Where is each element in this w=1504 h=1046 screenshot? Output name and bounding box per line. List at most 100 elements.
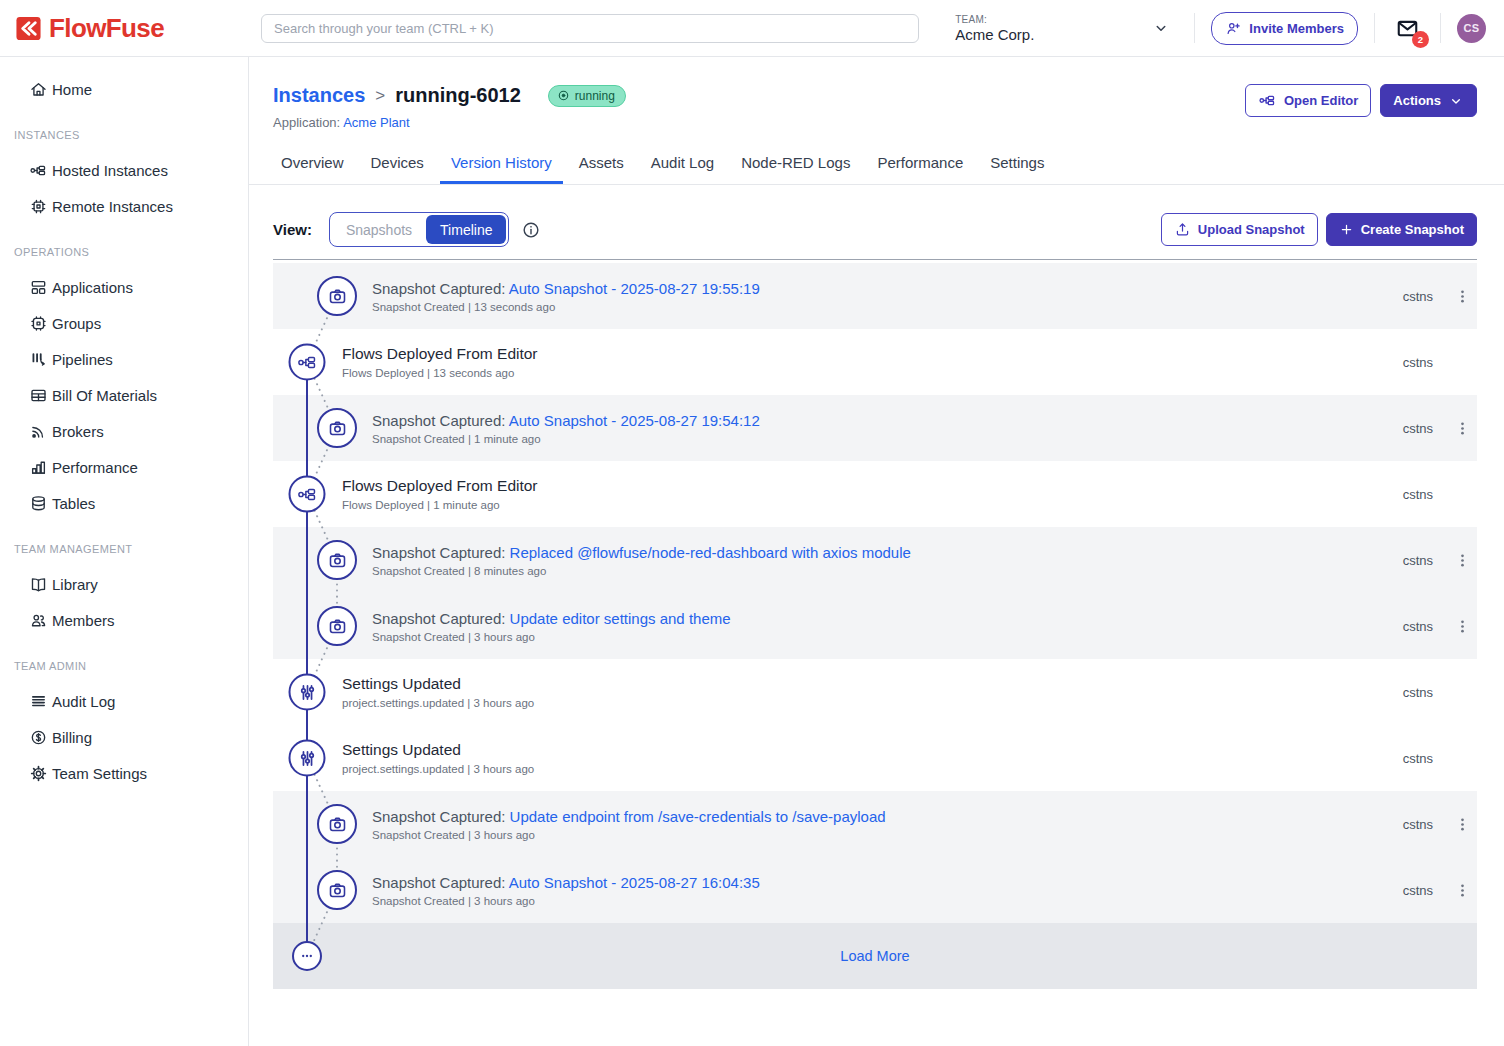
chevron-down-icon [1448,93,1464,109]
breadcrumb-instances[interactable]: Instances [273,84,365,107]
timeline-row-user: cstns [1403,751,1433,766]
timeline-row-user: cstns [1403,553,1433,568]
sidebar-item-remote-instances[interactable]: Remote Instances [0,188,248,224]
snapshot-captured-label: Snapshot Captured: [372,412,509,429]
kebab-menu-button[interactable] [1454,618,1471,635]
snapshot-captured-label: Snapshot Captured: [372,610,510,627]
snapshot-link[interactable]: Auto Snapshot - 2025-08-27 19:55:19 [509,280,760,297]
snapshot-link[interactable]: Update editor settings and theme [510,610,731,627]
hosted-instances-icon [28,160,48,180]
sidebar-item-label: Groups [52,315,101,332]
sidebar-item-applications[interactable]: Applications [0,269,248,305]
timeline-row-subtitle: Snapshot Created | 1 minute ago [372,433,1403,445]
load-more-link[interactable]: Load More [273,948,1477,964]
sidebar-item-audit-log[interactable]: Audit Log [0,683,248,719]
tab-audit-log[interactable]: Audit Log [640,145,725,184]
tab-devices[interactable]: Devices [360,145,435,184]
view-toggle-timeline[interactable]: Timeline [426,215,506,244]
tab-overview[interactable]: Overview [270,145,355,184]
upload-snapshot-button[interactable]: Upload Snapshot [1161,213,1318,246]
notifications-button[interactable]: 2 [1395,16,1420,41]
billing-icon [28,727,48,747]
camera-icon [327,814,348,835]
sidebar-item-billing[interactable]: Billing [0,719,248,755]
snapshot-link[interactable]: Auto Snapshot - 2025-08-27 16:04:35 [509,874,760,891]
search-input[interactable] [261,14,919,43]
divider [1194,13,1195,43]
tab-performance[interactable]: Performance [866,145,974,184]
sidebar-item-tables[interactable]: Tables [0,485,248,521]
breadcrumb: Instances > running-6012 running [273,84,626,107]
kebab-menu-button[interactable] [1454,882,1471,899]
divider [1374,13,1375,43]
flowfuse-logo[interactable]: FlowFuse [0,13,249,44]
camera-icon [327,616,348,637]
sidebar-item-team-settings[interactable]: Team Settings [0,755,248,791]
timeline-row-title: Snapshot Captured: Update editor setting… [372,610,1403,627]
snapshot-captured-label: Snapshot Captured: [372,280,509,297]
timeline-row-snapshot: Snapshot Captured: Replaced @flowfuse/no… [273,527,1477,593]
sidebar-item-members[interactable]: Members [0,602,248,638]
version-history-timeline: Snapshot Captured: Auto Snapshot - 2025-… [273,263,1477,989]
kebab-menu-button[interactable] [1454,288,1471,305]
kebab-menu-button[interactable] [1454,552,1471,569]
kebab-menu-button[interactable] [1454,420,1471,437]
snapshot-node [317,540,357,580]
snapshot-link[interactable]: Replaced @flowfuse/node-red-dashboard wi… [510,544,911,561]
open-editor-label: Open Editor [1284,93,1358,108]
status-label: running [575,89,615,103]
team-label: TEAM: [955,14,987,25]
tab-node-red-logs[interactable]: Node-RED Logs [730,145,861,184]
create-snapshot-button[interactable]: Create Snapshot [1326,213,1477,246]
camera-icon [327,286,348,307]
sidebar-item-library[interactable]: Library [0,566,248,602]
settings-updated-icon [296,681,318,703]
view-toggle-snapshots[interactable]: Snapshots [332,215,426,244]
sidebar-item-groups[interactable]: Groups [0,305,248,341]
camera-icon [327,880,348,901]
more-node [292,941,322,971]
separator [273,259,1477,260]
chevron-down-icon[interactable] [1152,19,1170,37]
sidebar-item-label: Pipelines [52,351,113,368]
snapshot-link[interactable]: Auto Snapshot - 2025-08-27 19:54:12 [509,412,760,429]
pipelines-icon [28,349,48,369]
timeline-row-event: Flows Deployed From EditorFlows Deployed… [273,329,1477,395]
sidebar-item-label: Applications [52,279,133,296]
tab-version-history[interactable]: Version History [440,145,563,184]
snapshot-captured-label: Snapshot Captured: [372,544,510,561]
flows-deployed-icon [296,351,318,373]
sidebar-item-hosted-instances[interactable]: Hosted Instances [0,152,248,188]
sidebar-item-performance[interactable]: Performance [0,449,248,485]
timeline-row-snapshot: Snapshot Captured: Auto Snapshot - 2025-… [273,263,1477,329]
sidebar-item-bill-of-materials[interactable]: Bill Of Materials [0,377,248,413]
timeline-row-user: cstns [1403,817,1433,832]
invite-user-icon [1225,20,1242,37]
instance-tabs: OverviewDevicesVersion HistoryAssetsAudi… [249,145,1504,185]
timeline-row-snapshot: Snapshot Captured: Update editor setting… [273,593,1477,659]
avatar[interactable]: CS [1457,14,1486,43]
node-red-editor-icon [1258,91,1277,110]
team-selector[interactable]: TEAM: Acme Corp. [955,14,1034,43]
application-link[interactable]: Acme Plant [343,115,409,130]
invite-members-button[interactable]: Invite Members [1211,12,1358,45]
snapshot-node [317,870,357,910]
open-editor-button[interactable]: Open Editor [1245,84,1371,117]
applications-icon [28,277,48,297]
info-icon[interactable] [521,220,541,240]
library-icon [28,574,48,594]
timeline-row-load-more: Load More [273,923,1477,989]
kebab-menu-button[interactable] [1454,816,1471,833]
tab-assets[interactable]: Assets [568,145,635,184]
actions-label: Actions [1393,93,1441,108]
sidebar-item-home[interactable]: Home [0,71,248,107]
actions-button[interactable]: Actions [1380,84,1477,117]
sidebar-item-brokers[interactable]: Brokers [0,413,248,449]
top-bar: FlowFuse TEAM: Acme Corp. Invite Members… [0,0,1504,57]
sidebar-item-pipelines[interactable]: Pipelines [0,341,248,377]
timeline-row-user: cstns [1403,619,1433,634]
snapshot-link[interactable]: Update endpoint from /save-credentials t… [510,808,886,825]
timeline-row-subtitle: project.settings.updated | 3 hours ago [342,697,1403,709]
sidebar-section-label: TEAM ADMIN [14,660,248,672]
tab-settings[interactable]: Settings [979,145,1055,184]
